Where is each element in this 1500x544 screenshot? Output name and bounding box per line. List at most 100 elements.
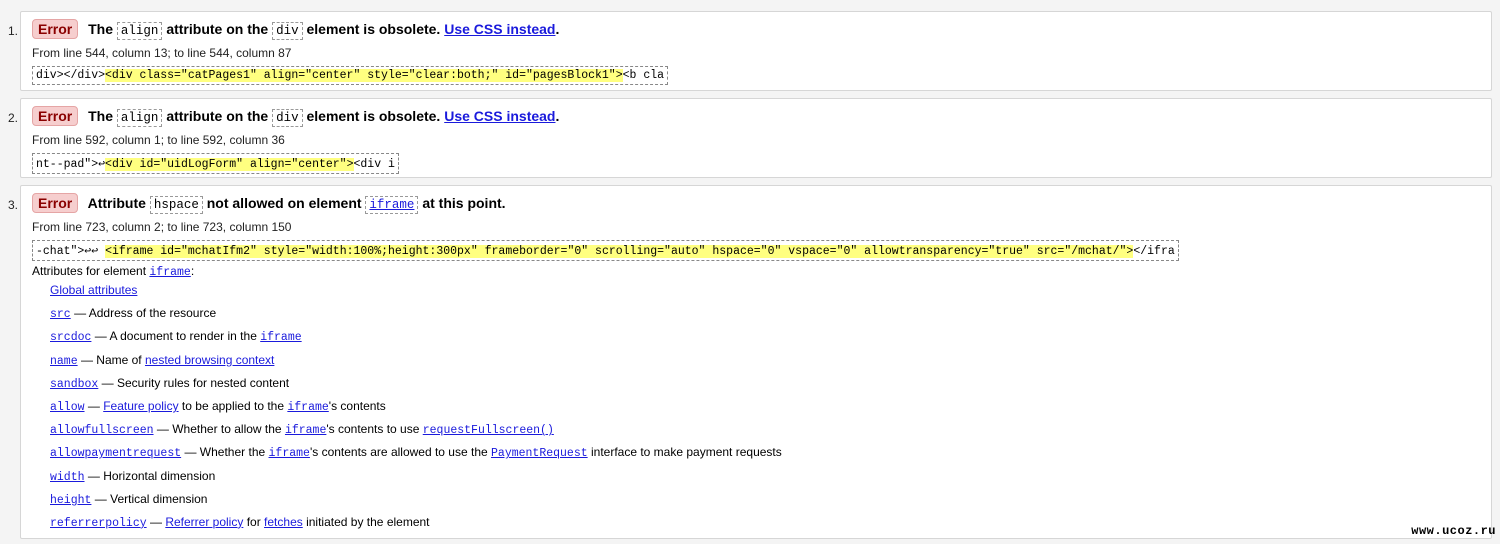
iframe-element-link[interactable]: iframe <box>149 266 190 279</box>
error-number: 2. <box>8 111 19 125</box>
attribute-code: align <box>116 109 163 127</box>
message-end: . <box>555 21 560 37</box>
watermark: www.ucoz.ru <box>1411 524 1496 538</box>
global-attributes-link[interactable]: Global attributes <box>50 283 137 297</box>
attr-desc: for <box>246 514 261 529</box>
extract-pre: -chat">↩↩ <box>36 245 106 258</box>
extract-highlight: <div id="uidLogForm" align="center"> <box>105 158 354 171</box>
message-text: The <box>88 21 114 37</box>
use-css-link[interactable]: Use CSS instead <box>444 108 555 124</box>
attribute-code: hspace <box>149 196 203 214</box>
extract-post: <div i <box>353 158 395 171</box>
attributes-heading: Attributes for element iframe: <box>32 264 194 279</box>
error-message: Error The align attribute on the div ele… <box>32 106 560 127</box>
attr-width-link[interactable]: width <box>50 471 85 484</box>
request-fullscreen-link[interactable]: requestFullscreen() <box>423 424 554 437</box>
error-message: Error Attribute hspace not allowed on el… <box>32 193 506 214</box>
iframe-element-link[interactable]: iframe <box>287 401 328 414</box>
list-item: src — Address of the resource <box>50 306 782 329</box>
error-location: From line 544, column 13; to line 544, c… <box>32 46 292 60</box>
attributes-heading-text: Attributes for element <box>32 264 147 278</box>
message-text: attribute on the <box>166 108 269 124</box>
attr-desc: — Whether the <box>184 445 266 460</box>
list-item: width — Horizontal dimension <box>50 469 782 492</box>
attr-desc: — <box>149 514 162 529</box>
list-item: name — Name of nested browsing context <box>50 353 782 376</box>
message-end: . <box>555 108 560 124</box>
extract-post: <b cla <box>622 69 665 82</box>
attr-allow-link[interactable]: allow <box>50 401 85 414</box>
attr-desc: — Security rules for nested content <box>101 375 290 390</box>
error-badge: Error <box>32 19 79 39</box>
attr-srcdoc-link[interactable]: srcdoc <box>50 331 91 344</box>
extract-pre: nt--pad">↩ <box>36 158 106 171</box>
payment-request-link[interactable]: PaymentRequest <box>491 447 588 460</box>
error-item-2: 2. Error The align attribute on the div … <box>8 98 1492 178</box>
attr-desc: initiated by the element <box>306 514 430 529</box>
attr-desc: — Whether to allow the <box>156 422 282 437</box>
error-item-1: 1. Error The align attribute on the div … <box>8 11 1492 91</box>
error-number: 3. <box>8 198 19 212</box>
use-css-link[interactable]: Use CSS instead <box>444 21 555 37</box>
list-item: referrerpolicy — Referrer policy for fet… <box>50 515 782 538</box>
attr-desc: — Address of the resource <box>74 306 217 321</box>
list-item: allowpaymentrequest — Whether the iframe… <box>50 445 782 468</box>
element-code: div <box>272 22 303 40</box>
list-item: sandbox — Security rules for nested cont… <box>50 376 782 399</box>
nested-browsing-context-link[interactable]: nested browsing context <box>145 353 274 367</box>
code-extract: -chat">↩↩ <iframe id="mchatIfm2" style="… <box>32 240 1179 261</box>
message-text: not allowed on element <box>206 195 362 211</box>
attr-desc: — Name of <box>80 352 142 367</box>
error-location: From line 723, column 2; to line 723, co… <box>32 220 292 234</box>
attr-name-link[interactable]: name <box>50 355 78 368</box>
list-item: allowfullscreen — Whether to allow the i… <box>50 422 782 445</box>
attr-desc: — A document to render in the <box>94 329 257 344</box>
message-text: element is obsolete. <box>306 108 441 124</box>
message-text: Attribute <box>87 195 146 211</box>
error-number: 1. <box>8 24 19 38</box>
iframe-element-link[interactable]: iframe <box>285 424 326 437</box>
attr-desc: — Horizontal dimension <box>87 468 216 483</box>
list-item: Global attributes <box>50 283 782 306</box>
message-text: element is obsolete. <box>306 21 441 37</box>
error-badge: Error <box>32 106 79 126</box>
attr-desc: — Vertical dimension <box>94 491 208 506</box>
colon: : <box>190 264 195 278</box>
feature-policy-link[interactable]: Feature policy <box>103 399 178 413</box>
message-text: at this point. <box>422 195 506 211</box>
message-text: The <box>88 108 114 124</box>
attr-desc: 's contents are allowed to use the <box>309 445 488 460</box>
extract-highlight: <div class="catPages1" align="center" st… <box>105 69 623 82</box>
attr-desc: to be applied to the <box>181 398 285 413</box>
attr-allowfullscreen-link[interactable]: allowfullscreen <box>50 424 154 437</box>
list-item: srcdoc — A document to render in the ifr… <box>50 329 782 352</box>
extract-post: </ifra <box>1133 245 1175 258</box>
list-item: height — Vertical dimension <box>50 492 782 515</box>
attr-desc: interface to make payment requests <box>590 445 782 460</box>
iframe-element-link[interactable]: iframe <box>269 447 310 460</box>
attr-src-link[interactable]: src <box>50 308 71 321</box>
error-badge: Error <box>32 193 79 213</box>
list-item: allow — Feature policy to be applied to … <box>50 399 782 422</box>
error-location: From line 592, column 1; to line 592, co… <box>32 133 285 147</box>
extract-pre: div></div> <box>36 69 106 82</box>
attr-desc: 's contents to use <box>326 422 420 437</box>
code-extract: div></div><div class="catPages1" align="… <box>32 66 669 85</box>
fetches-link[interactable]: fetches <box>264 515 303 529</box>
iframe-element-link[interactable]: iframe <box>260 331 301 344</box>
element-code: div <box>272 109 303 127</box>
element-code: iframe <box>365 196 419 214</box>
attribute-list: Global attributes src — Address of the r… <box>50 283 782 538</box>
attr-desc: — <box>87 398 100 413</box>
attr-sandbox-link[interactable]: sandbox <box>50 378 98 391</box>
attr-height-link[interactable]: height <box>50 494 91 507</box>
attr-allowpaymentrequest-link[interactable]: allowpaymentrequest <box>50 447 181 460</box>
attribute-code: align <box>116 22 163 40</box>
error-message: Error The align attribute on the div ele… <box>32 19 560 40</box>
attr-referrerpolicy-link[interactable]: referrerpolicy <box>50 517 147 530</box>
code-extract: nt--pad">↩<div id="uidLogForm" align="ce… <box>32 153 399 174</box>
message-text: attribute on the <box>166 21 269 37</box>
iframe-element-link[interactable]: iframe <box>369 198 414 212</box>
referrer-policy-link[interactable]: Referrer policy <box>165 515 243 529</box>
attr-desc: 's contents <box>328 398 386 413</box>
